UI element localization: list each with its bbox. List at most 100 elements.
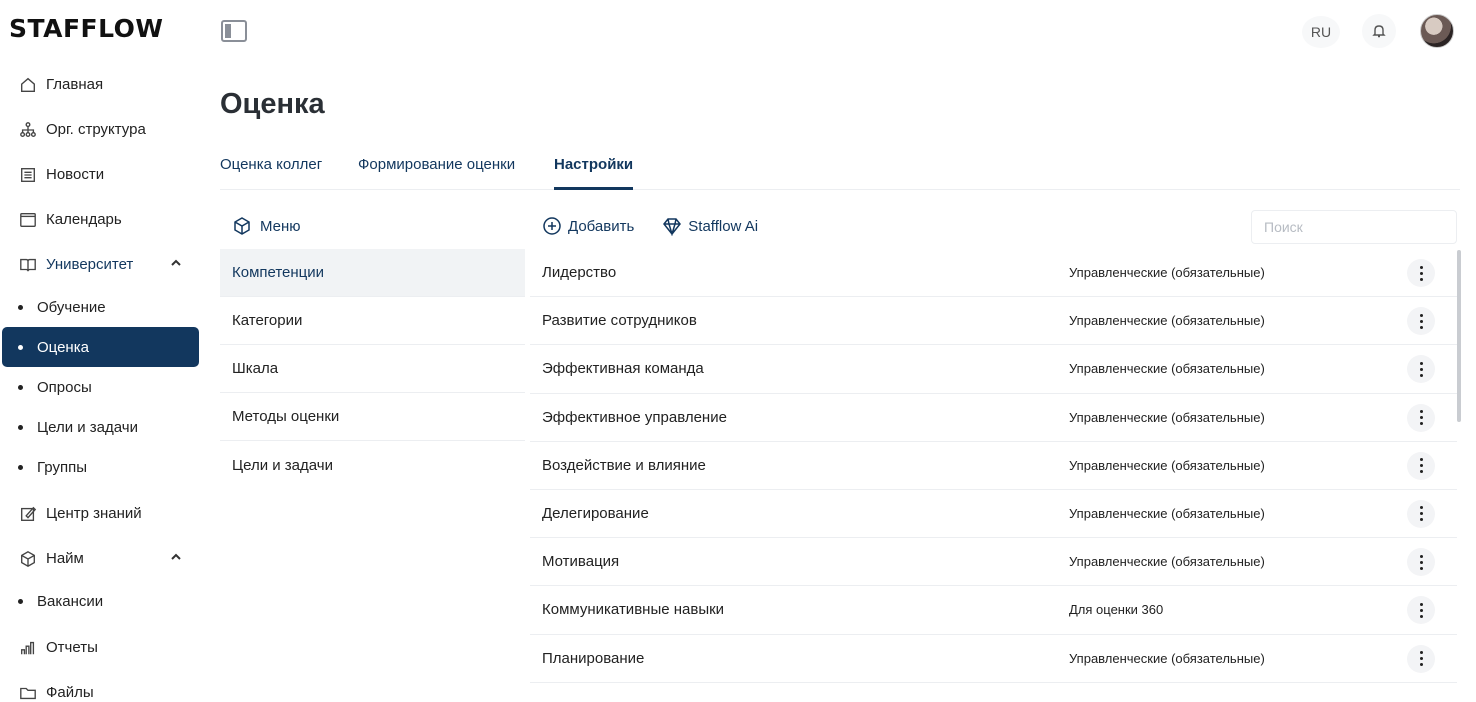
table-row[interactable]: Лидерство Управленческие (обязательные): [530, 249, 1457, 298]
more-options-icon[interactable]: [1407, 499, 1435, 528]
sidebar-subitem-vacancies[interactable]: Вакансии: [0, 581, 205, 621]
sidebar-item-label: Календарь: [46, 211, 122, 228]
more-options-icon[interactable]: [1407, 403, 1435, 432]
add-button[interactable]: Добавить: [542, 216, 634, 236]
calendar-icon: [18, 210, 38, 230]
bell-icon: [1372, 25, 1386, 38]
competency-name: Коммуникативные навыки: [542, 601, 725, 619]
table-row[interactable]: Развитие сотрудников Управленческие (обя…: [530, 297, 1457, 346]
competency-name: Планирование: [542, 649, 645, 667]
tab-assessment-builder[interactable]: Формирование оценки: [358, 156, 515, 187]
diamond-icon: [663, 218, 682, 236]
tab-settings[interactable]: Настройки: [554, 156, 634, 190]
bullet-icon: [18, 384, 23, 390]
competency-category: Управленческие (обязательные): [1069, 554, 1265, 570]
competency-category: Управленческие (обязательные): [1069, 457, 1265, 473]
chevron-up-icon[interactable]: [169, 550, 183, 568]
competency-name: Мотивация: [542, 553, 620, 571]
settings-menu-item-scale[interactable]: Шкала: [220, 345, 525, 393]
tab-bar: Оценка коллег Формирование оценки Настро…: [220, 146, 1460, 190]
sidebar-subitem-label: Обучение: [37, 298, 106, 316]
sidebar-item-university[interactable]: Университет: [0, 242, 205, 287]
book-icon: [18, 255, 38, 275]
sidebar-subitem-label: Оценка: [37, 338, 89, 356]
sidebar-item-calendar[interactable]: Календарь: [0, 197, 205, 242]
competency-name: Эффективное управление: [542, 408, 727, 426]
competency-name: Воздействие и влияние: [542, 456, 706, 474]
scrollbar[interactable]: [1457, 250, 1461, 422]
sidebar-item-label: Новости: [46, 166, 105, 183]
bullet-icon: [18, 344, 23, 350]
competency-name: Делегирование: [542, 505, 649, 523]
settings-menu-header[interactable]: Меню: [232, 216, 301, 236]
search-input[interactable]: [1251, 210, 1457, 244]
competency-category: Управленческие (обязательные): [1069, 265, 1265, 281]
competency-category: Управленческие (обязательные): [1069, 506, 1265, 522]
bullet-icon: [18, 464, 23, 470]
table-row[interactable]: Эффективная команда Управленческие (обяз…: [530, 345, 1457, 394]
more-options-icon[interactable]: [1407, 644, 1435, 673]
notifications-button[interactable]: [1362, 14, 1396, 48]
table-row[interactable]: Эффективное управление Управленческие (о…: [530, 394, 1457, 442]
toolbar: Добавить Stafflow Ai: [542, 216, 786, 236]
sidebar-subitem-training[interactable]: Обучение: [0, 287, 205, 327]
sidebar-item-label: Найм: [46, 550, 84, 567]
sidebar: STAFFLOW Главная Орг. структура Новости …: [0, 0, 205, 702]
settings-menu-item-methods[interactable]: Методы оценки: [220, 393, 525, 441]
competency-category: Для оценки 360: [1069, 602, 1164, 618]
sidebar-item-reports[interactable]: Отчеты: [0, 625, 205, 670]
table-row[interactable]: Мотивация Управленческие (обязательные): [530, 538, 1457, 587]
stafflow-ai-button[interactable]: Stafflow Ai: [662, 216, 758, 236]
sidebar-subitem-label: Опросы: [37, 378, 92, 396]
table-row[interactable]: Коммуникативные навыки Для оценки 360: [530, 586, 1457, 635]
competency-category: Управленческие (обязательные): [1069, 650, 1265, 666]
sidebar-item-files[interactable]: Файлы: [0, 670, 205, 702]
table-row[interactable]: Делегирование Управленческие (обязательн…: [530, 490, 1457, 539]
competency-category: Управленческие (обязательные): [1069, 361, 1265, 377]
competency-name: Развитие сотрудников: [542, 312, 697, 330]
app-logo[interactable]: STAFFLOW: [9, 14, 164, 43]
box-icon: [18, 549, 38, 569]
more-options-icon[interactable]: [1407, 451, 1435, 480]
settings-menu-item-goals[interactable]: Цели и задачи: [220, 441, 525, 489]
language-switcher[interactable]: RU: [1302, 16, 1340, 48]
sidebar-subitem-label: Цели и задачи: [37, 418, 138, 436]
settings-menu: Компетенции Категории Шкала Методы оценк…: [220, 249, 525, 489]
sidebar-toggle-icon[interactable]: [221, 20, 247, 42]
sidebar-subitem-goals[interactable]: Цели и задачи: [0, 407, 205, 447]
sidebar-item-org-structure[interactable]: Орг. структура: [0, 107, 205, 152]
competency-name: Лидерство: [542, 264, 617, 282]
cube-icon: [234, 217, 250, 235]
competency-category: Управленческие (обязательные): [1069, 409, 1265, 425]
sidebar-subitem-label: Группы: [37, 458, 87, 476]
sidebar-nav: Главная Орг. структура Новости Календарь…: [0, 62, 205, 702]
table-row[interactable]: Планирование Управленческие (обязательны…: [530, 635, 1457, 683]
bar-chart-icon: [18, 638, 38, 658]
settings-menu-label: Меню: [260, 217, 301, 235]
sidebar-item-label: Университет: [46, 256, 134, 273]
sidebar-item-hiring[interactable]: Найм: [0, 536, 205, 581]
bullet-icon: [18, 424, 23, 430]
table-row[interactable]: Воздействие и влияние Управленческие (об…: [530, 442, 1457, 490]
sidebar-subitem-groups[interactable]: Группы: [0, 447, 205, 487]
more-options-icon[interactable]: [1407, 259, 1435, 287]
home-icon: [18, 75, 38, 95]
more-options-icon[interactable]: [1407, 355, 1435, 384]
sidebar-item-home[interactable]: Главная: [0, 62, 205, 107]
sidebar-subitem-surveys[interactable]: Опросы: [0, 367, 205, 407]
bullet-icon: [18, 598, 23, 604]
settings-menu-item-competencies[interactable]: Компетенции: [220, 249, 525, 297]
sidebar-item-label: Файлы: [46, 684, 94, 701]
more-options-icon[interactable]: [1407, 307, 1435, 336]
tab-peer-assessment[interactable]: Оценка коллег: [220, 156, 322, 187]
sidebar-subitem-assessment[interactable]: Оценка: [2, 327, 199, 367]
org-chart-icon: [18, 120, 38, 140]
more-options-icon[interactable]: [1407, 548, 1435, 577]
sidebar-item-label: Орг. структура: [46, 121, 146, 138]
sidebar-item-knowledge-center[interactable]: Центр знаний: [0, 491, 205, 536]
more-options-icon[interactable]: [1407, 596, 1435, 625]
sidebar-item-news[interactable]: Новости: [0, 152, 205, 197]
settings-menu-item-categories[interactable]: Категории: [220, 297, 525, 345]
avatar[interactable]: [1420, 14, 1454, 48]
chevron-up-icon[interactable]: [169, 256, 183, 274]
